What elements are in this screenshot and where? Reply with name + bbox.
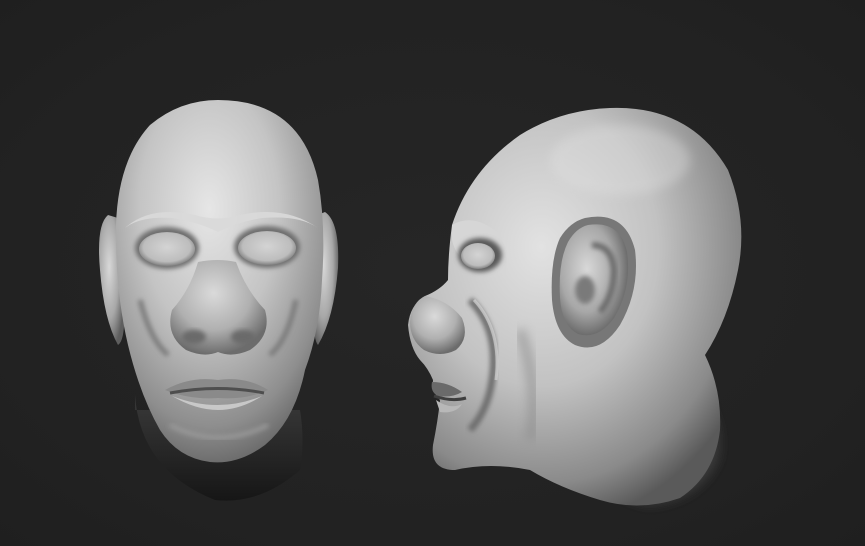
side-view-head <box>408 107 742 506</box>
sculpt-render <box>99 100 742 506</box>
front-view-head <box>99 100 339 501</box>
sculpt-viewport[interactable] <box>0 0 865 546</box>
